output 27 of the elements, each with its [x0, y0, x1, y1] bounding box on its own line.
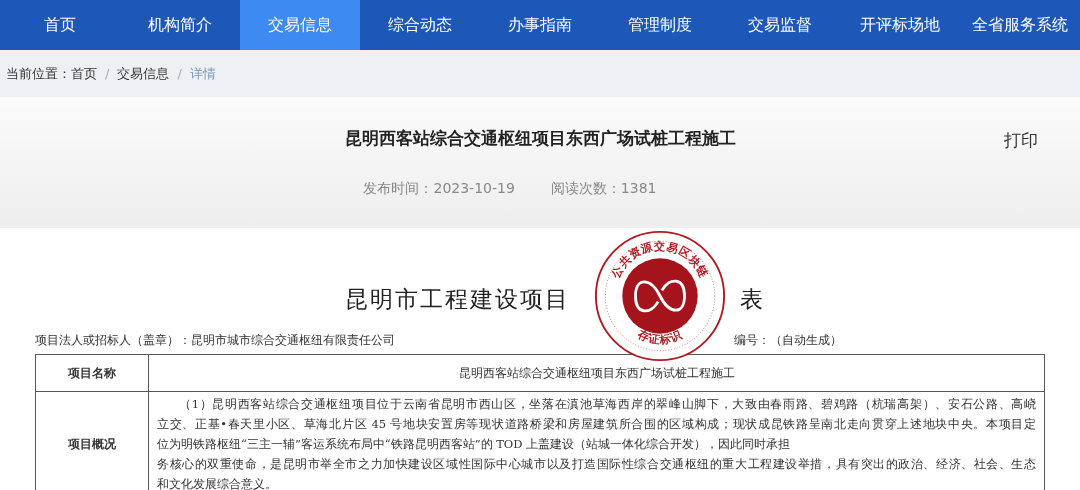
breadcrumb-separator: / [177, 66, 182, 81]
nav-tab[interactable]: 机构简介 [120, 0, 240, 50]
view-count: 阅读次数：1381 [550, 180, 657, 198]
print-link[interactable]: 打印 [1004, 129, 1038, 152]
publish-date: 发布时间：2023-10-19 [363, 180, 515, 198]
table-cell: 项目名称 [35, 354, 149, 392]
nav-tab[interactable]: 交易信息 [240, 0, 360, 50]
breadcrumb-label: 当前位置： [6, 64, 71, 83]
number-text: 编号：（自动生成） [734, 333, 842, 348]
nav-tab[interactable]: 开评标场地 [840, 0, 960, 50]
breadcrumb-link[interactable]: 交易信息 [117, 64, 170, 83]
document-title: 表 [740, 285, 765, 314]
document-title: 昆明市工程建设项目 [345, 285, 570, 314]
article-title: 昆明西客站综合交通枢纽项目东西广场试桩工程施工 [344, 127, 736, 150]
breadcrumb-separator: / [105, 66, 110, 81]
table-cell: 昆明西客站综合交通枢纽项目东西广场试桩工程施工 [148, 354, 1045, 392]
seal-text: 公共资源交易区块链 [608, 239, 712, 281]
table-cell: 项目概况 [35, 391, 149, 490]
nav-tab[interactable]: 首页 [0, 0, 120, 50]
breadcrumb-link[interactable]: 首页 [71, 64, 97, 83]
nav-tab[interactable]: 综合动态 [360, 0, 480, 50]
nav-tab[interactable]: 管理制度 [600, 0, 720, 50]
nav-tab[interactable]: 全省服务系统 [960, 0, 1080, 50]
nav-tab[interactable]: 办事指南 [480, 0, 600, 50]
nav-tab[interactable]: 交易监督 [720, 0, 840, 50]
seal-text: 存证标识 [635, 327, 685, 347]
owner-text: 项目法人或招标人（盖章）：昆明市城市综合交通枢纽有限责任公司 [35, 333, 395, 348]
